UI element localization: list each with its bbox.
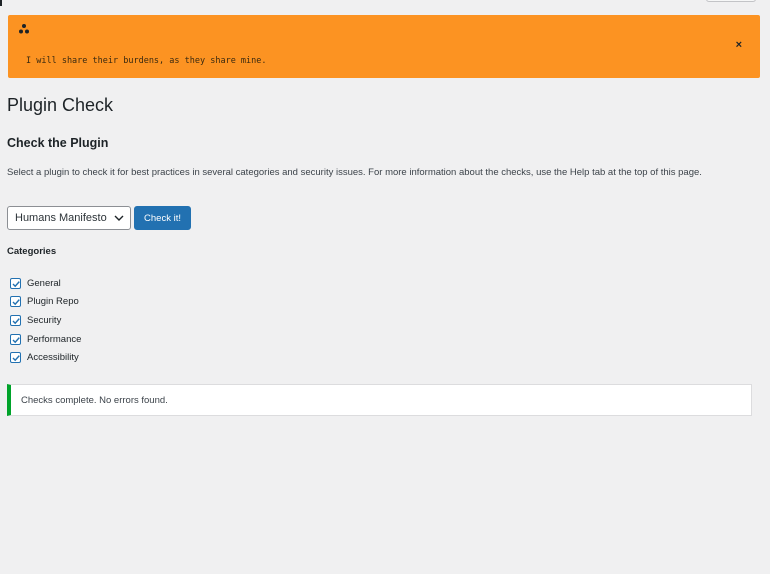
category-label: Accessibility: [27, 352, 79, 364]
checkmark-icon: [12, 299, 20, 306]
help-tab-button[interactable]: [706, 0, 756, 2]
humans-manifesto-notice: ×: [8, 15, 760, 78]
checkmark-icon: [12, 318, 20, 325]
categories-title: Categories: [7, 246, 57, 257]
page-title: Plugin Check: [7, 95, 114, 115]
category-performance[interactable]: Performance: [10, 333, 81, 345]
checkbox-security[interactable]: [10, 314, 21, 326]
category-label: Plugin Repo: [27, 296, 79, 308]
checkbox-plugin-repo[interactable]: [10, 296, 21, 308]
category-label: Performance: [27, 333, 82, 345]
category-security[interactable]: Security: [10, 314, 81, 326]
close-icon[interactable]: ×: [736, 40, 742, 51]
checkbox-performance[interactable]: [10, 333, 21, 345]
result-message: Checks complete. No errors found.: [21, 394, 168, 406]
section-description: Select a plugin to check it for best pra…: [7, 167, 702, 178]
checkmark-icon: [12, 280, 20, 287]
result-notice: Checks complete. No errors found.: [7, 384, 752, 416]
notice-quote: I will share their burdens, as they shar…: [26, 56, 267, 66]
category-general[interactable]: General: [10, 277, 81, 289]
section-title: Check the Plugin: [7, 136, 109, 150]
plugin-select-value: Humans Manifesto: [15, 212, 107, 224]
checkmark-icon: [12, 336, 20, 343]
checkbox-general[interactable]: [10, 277, 21, 289]
categories-list: General Plugin Repo Security Performance…: [10, 277, 81, 370]
category-label: General: [27, 277, 61, 289]
plugin-select[interactable]: Humans Manifesto: [7, 206, 131, 230]
check-it-button[interactable]: Check it!: [134, 206, 191, 230]
triangle-dots-icon: [19, 24, 29, 34]
checkbox-accessibility[interactable]: [10, 352, 21, 364]
chevron-down-icon: [114, 215, 124, 221]
category-label: Security: [27, 314, 62, 326]
checkmark-icon: [12, 355, 20, 362]
window-edge: [0, 0, 2, 6]
category-plugin-repo[interactable]: Plugin Repo: [10, 296, 81, 308]
category-accessibility[interactable]: Accessibility: [10, 352, 81, 364]
